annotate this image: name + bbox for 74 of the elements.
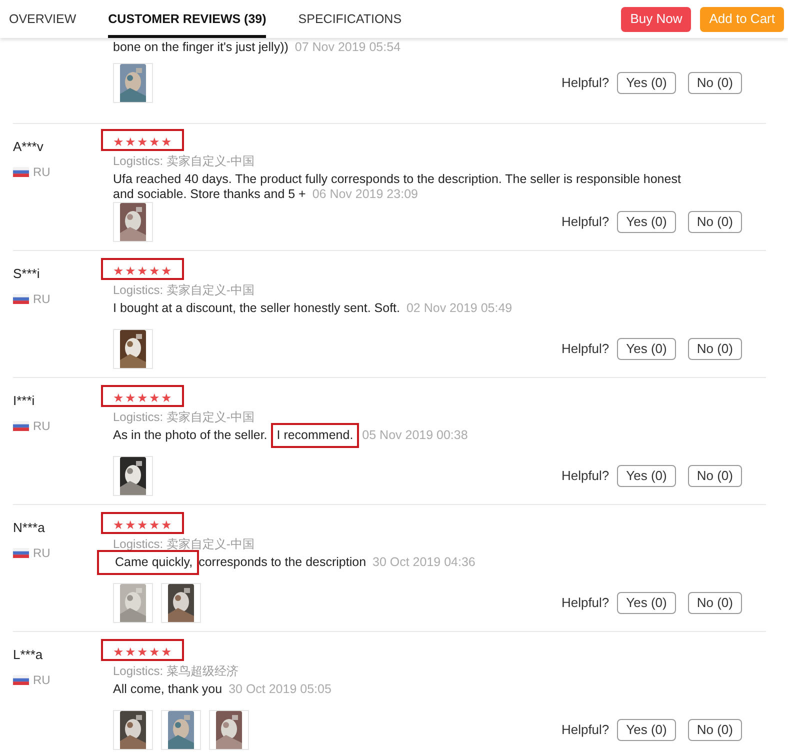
helpful-label: Helpful? — [561, 467, 610, 486]
star-icon: ★ — [161, 519, 172, 531]
yes-button[interactable]: Yes (0) — [617, 338, 676, 360]
reviewer-name: I***i — [13, 392, 36, 410]
country-code: RU — [33, 418, 50, 434]
flag-icon — [13, 548, 29, 558]
logistics-label: Logistics: 卖家自定义-中国 — [113, 536, 256, 552]
star-icon: ★ — [137, 392, 148, 404]
star-icon: ★ — [113, 646, 124, 658]
star-icon: ★ — [113, 392, 124, 404]
yes-button[interactable]: Yes (0) — [617, 719, 676, 741]
tab[interactable]: CUSTOMER REVIEWS (39) — [108, 0, 266, 38]
star-icon: ★ — [137, 265, 148, 277]
star-icon: ★ — [161, 646, 172, 658]
no-button[interactable]: No (0) — [688, 211, 742, 233]
reviewer-name: A***v — [13, 138, 44, 156]
tab[interactable]: OVERVIEW — [9, 0, 76, 38]
helpful-label: Helpful? — [561, 74, 610, 92]
highlight-box: I recommend. — [270, 423, 360, 448]
logistics-label: Logistics: 卖家自定义-中国 — [113, 282, 256, 298]
star-icon: ★ — [113, 136, 124, 148]
star-icon: ★ — [149, 265, 160, 277]
star-icon: ★ — [137, 519, 148, 531]
star-icon: ★ — [113, 519, 124, 531]
review-text: All come, thank you 30 Oct 2019 05:05 — [113, 682, 332, 697]
review-text: bone on the finger it's just jelly)) — [113, 40, 290, 54]
star-icon: ★ — [125, 519, 136, 531]
logistics-label: Logistics: 卖家自定义-中国 — [113, 153, 256, 169]
review-date: 07 Nov 2019 05:54 — [294, 40, 401, 54]
flag-icon — [13, 674, 29, 684]
star-icon: ★ — [137, 136, 148, 148]
no-button[interactable]: No (0) — [688, 592, 742, 614]
flag-icon — [13, 420, 29, 430]
country-code: RU — [33, 672, 50, 688]
review-text: I bought at a discount, the seller honestly sent. Soft. 02 Nov 2019 05:49 — [113, 301, 514, 316]
reviewer-name: S***i — [13, 265, 41, 283]
star-icon: ★ — [125, 136, 136, 148]
buy-now-button[interactable]: Buy Now — [621, 6, 692, 32]
no-button[interactable]: No (0) — [688, 465, 742, 487]
helpful-label: Helpful? — [561, 340, 610, 358]
country-code: RU — [33, 164, 50, 180]
star-icon: ★ — [113, 265, 124, 277]
yes-button[interactable]: Yes (0) — [617, 211, 676, 233]
star-icon: ★ — [161, 265, 172, 277]
no-button[interactable]: No (0) — [688, 338, 742, 360]
no-button[interactable]: No (0) — [688, 719, 742, 741]
star-icon: ★ — [149, 646, 160, 658]
flag-icon — [13, 294, 29, 304]
review-text: Ufa reached 40 days. The product fully corresponds to the description. The seller is responsible honest and sociable. Store thanks and 5 + 06 Nov 2019 23:09 — [113, 172, 682, 202]
tab[interactable]: SPECIFICATIONS — [298, 0, 402, 38]
star-icon: ★ — [149, 136, 160, 148]
star-icon: ★ — [149, 392, 160, 404]
star-icon: ★ — [137, 646, 148, 658]
star-icon: ★ — [161, 392, 172, 404]
no-button[interactable]: No (0) — [688, 72, 742, 94]
star-icon: ★ — [149, 519, 160, 531]
helpful-label: Helpful? — [561, 594, 610, 612]
reviewer-name: L***a — [13, 646, 44, 664]
reviewer-name: N***a — [13, 519, 46, 537]
star-icon: ★ — [125, 646, 136, 658]
yes-button[interactable]: Yes (0) — [617, 465, 676, 487]
logistics-label: Logistics: 卖家自定义-中国 — [113, 409, 256, 425]
star-icon: ★ — [125, 392, 136, 404]
logistics-label: Logistics: 菜鸟超级经济 — [113, 663, 240, 679]
highlight-box: Came quickly, — [97, 550, 199, 575]
flag-icon — [13, 166, 29, 176]
star-icon: ★ — [161, 136, 172, 148]
country-code: RU — [33, 290, 50, 308]
yes-button[interactable]: Yes (0) — [617, 72, 676, 94]
yes-button[interactable]: Yes (0) — [617, 592, 676, 614]
country-code: RU — [33, 544, 50, 562]
helpful-label: Helpful? — [561, 721, 610, 740]
helpful-label: Helpful? — [561, 213, 610, 232]
star-icon: ★ — [125, 265, 136, 277]
